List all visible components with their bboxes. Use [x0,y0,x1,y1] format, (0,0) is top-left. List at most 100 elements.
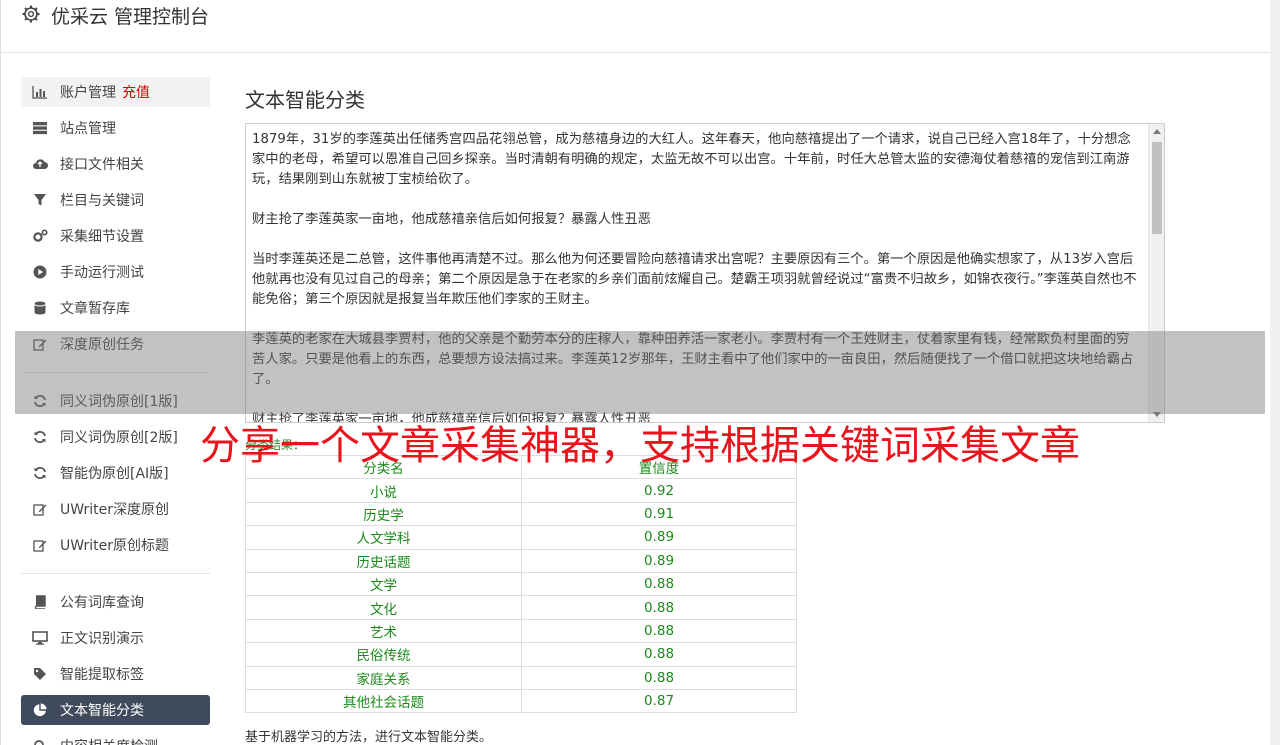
category-cell: 民俗传统 [245,642,522,667]
sidebar-item-extract-tags[interactable]: 智能提取标签 [21,659,210,689]
scroll-down-arrow-icon[interactable] [1153,412,1161,417]
category-cell: 文化 [245,595,522,620]
recharge-link[interactable]: 充值 [122,82,150,102]
confidence-cell: 0.88 [521,595,797,620]
sidebar-item-synonym-v2[interactable]: 同义词伪原创[2版] [21,422,210,452]
search-icon [32,738,48,745]
scroll-up-arrow-icon[interactable] [1153,129,1161,134]
sidebar-item-ai-original[interactable]: 智能伪原创[AI版] [21,458,210,488]
monitor-icon [32,630,48,646]
sidebar-item-article-store[interactable]: 文章暂存库 [21,293,210,323]
sidebar-item-public-lexicon[interactable]: 公有词库查询 [21,587,210,617]
table-row: 小说 0.92 [245,478,797,503]
sidebar-item-label: 采集细节设置 [60,229,144,245]
category-cell: 人文学科 [245,525,522,550]
confidence-cell: 0.87 [521,688,797,714]
category-cell: 历史学 [245,501,522,527]
top-header: 优采云 管理控制台 [0,0,1270,53]
sidebar-item-label: 栏目与关键词 [60,193,144,209]
sidebar-item-relevance-check[interactable]: 内容相关度检测 [21,731,210,745]
category-cell: 小说 [245,478,522,503]
sidebar-item-interface-files[interactable]: 接口文件相关 [21,149,210,179]
confidence-cell: 0.92 [521,478,797,503]
sidebar-item-synonym-v1[interactable]: 同义词伪原创[1版] [21,386,210,416]
table-row: 民俗传统 0.88 [245,642,797,667]
sidebar-item-sites[interactable]: 站点管理 [21,113,210,143]
sidebar-item-uwriter-title[interactable]: UWriter原创标题 [21,530,210,560]
table-row: 历史话题 0.89 [245,548,797,573]
sidebar-item-label: 文章暂存库 [60,301,130,317]
bar-chart-icon [32,84,48,100]
sidebar-item-label: 同义词伪原创[2版] [60,430,178,446]
text-input-area[interactable]: 1879年，31岁的李莲英出任储秀宫四品花翎总管，成为慈禧身边的大红人。这年春天… [245,123,1165,423]
sidebar-item-label: UWriter深度原创 [60,502,169,518]
text-content[interactable]: 1879年，31岁的李莲英出任储秀宫四品花翎总管，成为慈禧身边的大红人。这年春天… [252,130,1142,422]
column-header-category: 分类名 [245,454,522,480]
confidence-cell: 0.88 [521,618,797,644]
sidebar-item-account[interactable]: 账户管理 充值 [21,77,210,107]
table-row: 文学 0.88 [245,571,797,597]
sidebar-item-text-classify[interactable]: 文本智能分类 [21,695,210,725]
sidebar-item-label: 智能提取标签 [60,667,144,683]
edit-icon [32,336,48,352]
table-row: 人文学科 0.89 [245,525,797,550]
filter-icon [32,192,48,208]
result-label: 分类结果： [245,438,306,452]
server-icon [32,120,48,136]
confidence-cell: 0.88 [521,571,797,597]
table-row: 历史学 0.91 [245,501,797,527]
play-icon [32,264,48,280]
confidence-cell: 0.88 [521,642,797,667]
scroll-thumb[interactable] [1152,142,1162,234]
sidebar-item-label: 手动运行测试 [60,265,144,281]
sidebar-item-label: 智能伪原创[AI版] [60,466,169,482]
table-row: 其他社会话题 0.87 [245,688,797,714]
sidebar-item-collect-settings[interactable]: 采集细节设置 [21,221,210,251]
category-cell: 艺术 [245,618,522,644]
category-cell: 文学 [245,571,522,597]
sidebar-divider [21,372,210,373]
sidebar-item-label: 深度原创任务 [60,337,144,353]
table-row: 文化 0.88 [245,595,797,620]
confidence-cell: 0.89 [521,548,797,573]
sidebar-item-manual-run[interactable]: 手动运行测试 [21,257,210,287]
confidence-cell: 0.88 [521,665,797,690]
page-title: 文本智能分类 [245,88,365,112]
sidebar-item-deep-original[interactable]: 深度原创任务 [21,329,210,359]
table-header-row: 分类名 置信度 [245,454,797,480]
sidebar-divider [21,573,210,574]
page-scrollbar[interactable] [1270,0,1280,745]
pie-chart-icon [32,702,48,718]
edit-icon [32,501,48,517]
sidebar-item-label: 账户管理 [60,85,116,101]
sidebar-item-label: 内容相关度检测 [60,736,158,745]
database-icon [32,300,48,316]
table-row: 家庭关系 0.88 [245,665,797,690]
sidebar-item-text-recognition[interactable]: 正文识别演示 [21,623,210,653]
refresh-icon [32,429,48,445]
category-cell: 历史话题 [245,548,522,573]
sidebar-item-label: 接口文件相关 [60,157,144,173]
method-footnote: 基于机器学习的方法，进行文本智能分类。 [245,730,493,745]
category-cell: 家庭关系 [245,665,522,690]
app-title: 优采云 管理控制台 [51,6,210,28]
refresh-icon [32,393,48,409]
sidebar-item-uwriter-deep[interactable]: UWriter深度原创 [21,494,210,524]
confidence-cell: 0.89 [521,525,797,550]
sidebar-item-label: 站点管理 [60,121,116,137]
column-header-confidence: 置信度 [521,454,797,480]
edit-icon [32,537,48,553]
sidebar-item-label: 文本智能分类 [60,703,144,719]
book-icon [32,594,48,610]
tag-icon [32,666,48,682]
gears-icon [32,228,48,244]
sidebar-item-label: UWriter原创标题 [60,538,169,554]
classification-result-table: 分类名 置信度 小说 0.92 历史学 0.91 人文学科 0.89 历史话题 0.89… [245,454,797,714]
textarea-scrollbar[interactable] [1148,124,1164,422]
refresh-icon [32,465,48,481]
sidebar-item-label: 正文识别演示 [60,631,144,647]
sidebar-item-columns-keywords[interactable]: 栏目与关键词 [21,185,210,215]
table-row: 艺术 0.88 [245,618,797,644]
gear-icon [22,5,40,23]
sidebar-item-label: 公有词库查询 [60,595,144,611]
